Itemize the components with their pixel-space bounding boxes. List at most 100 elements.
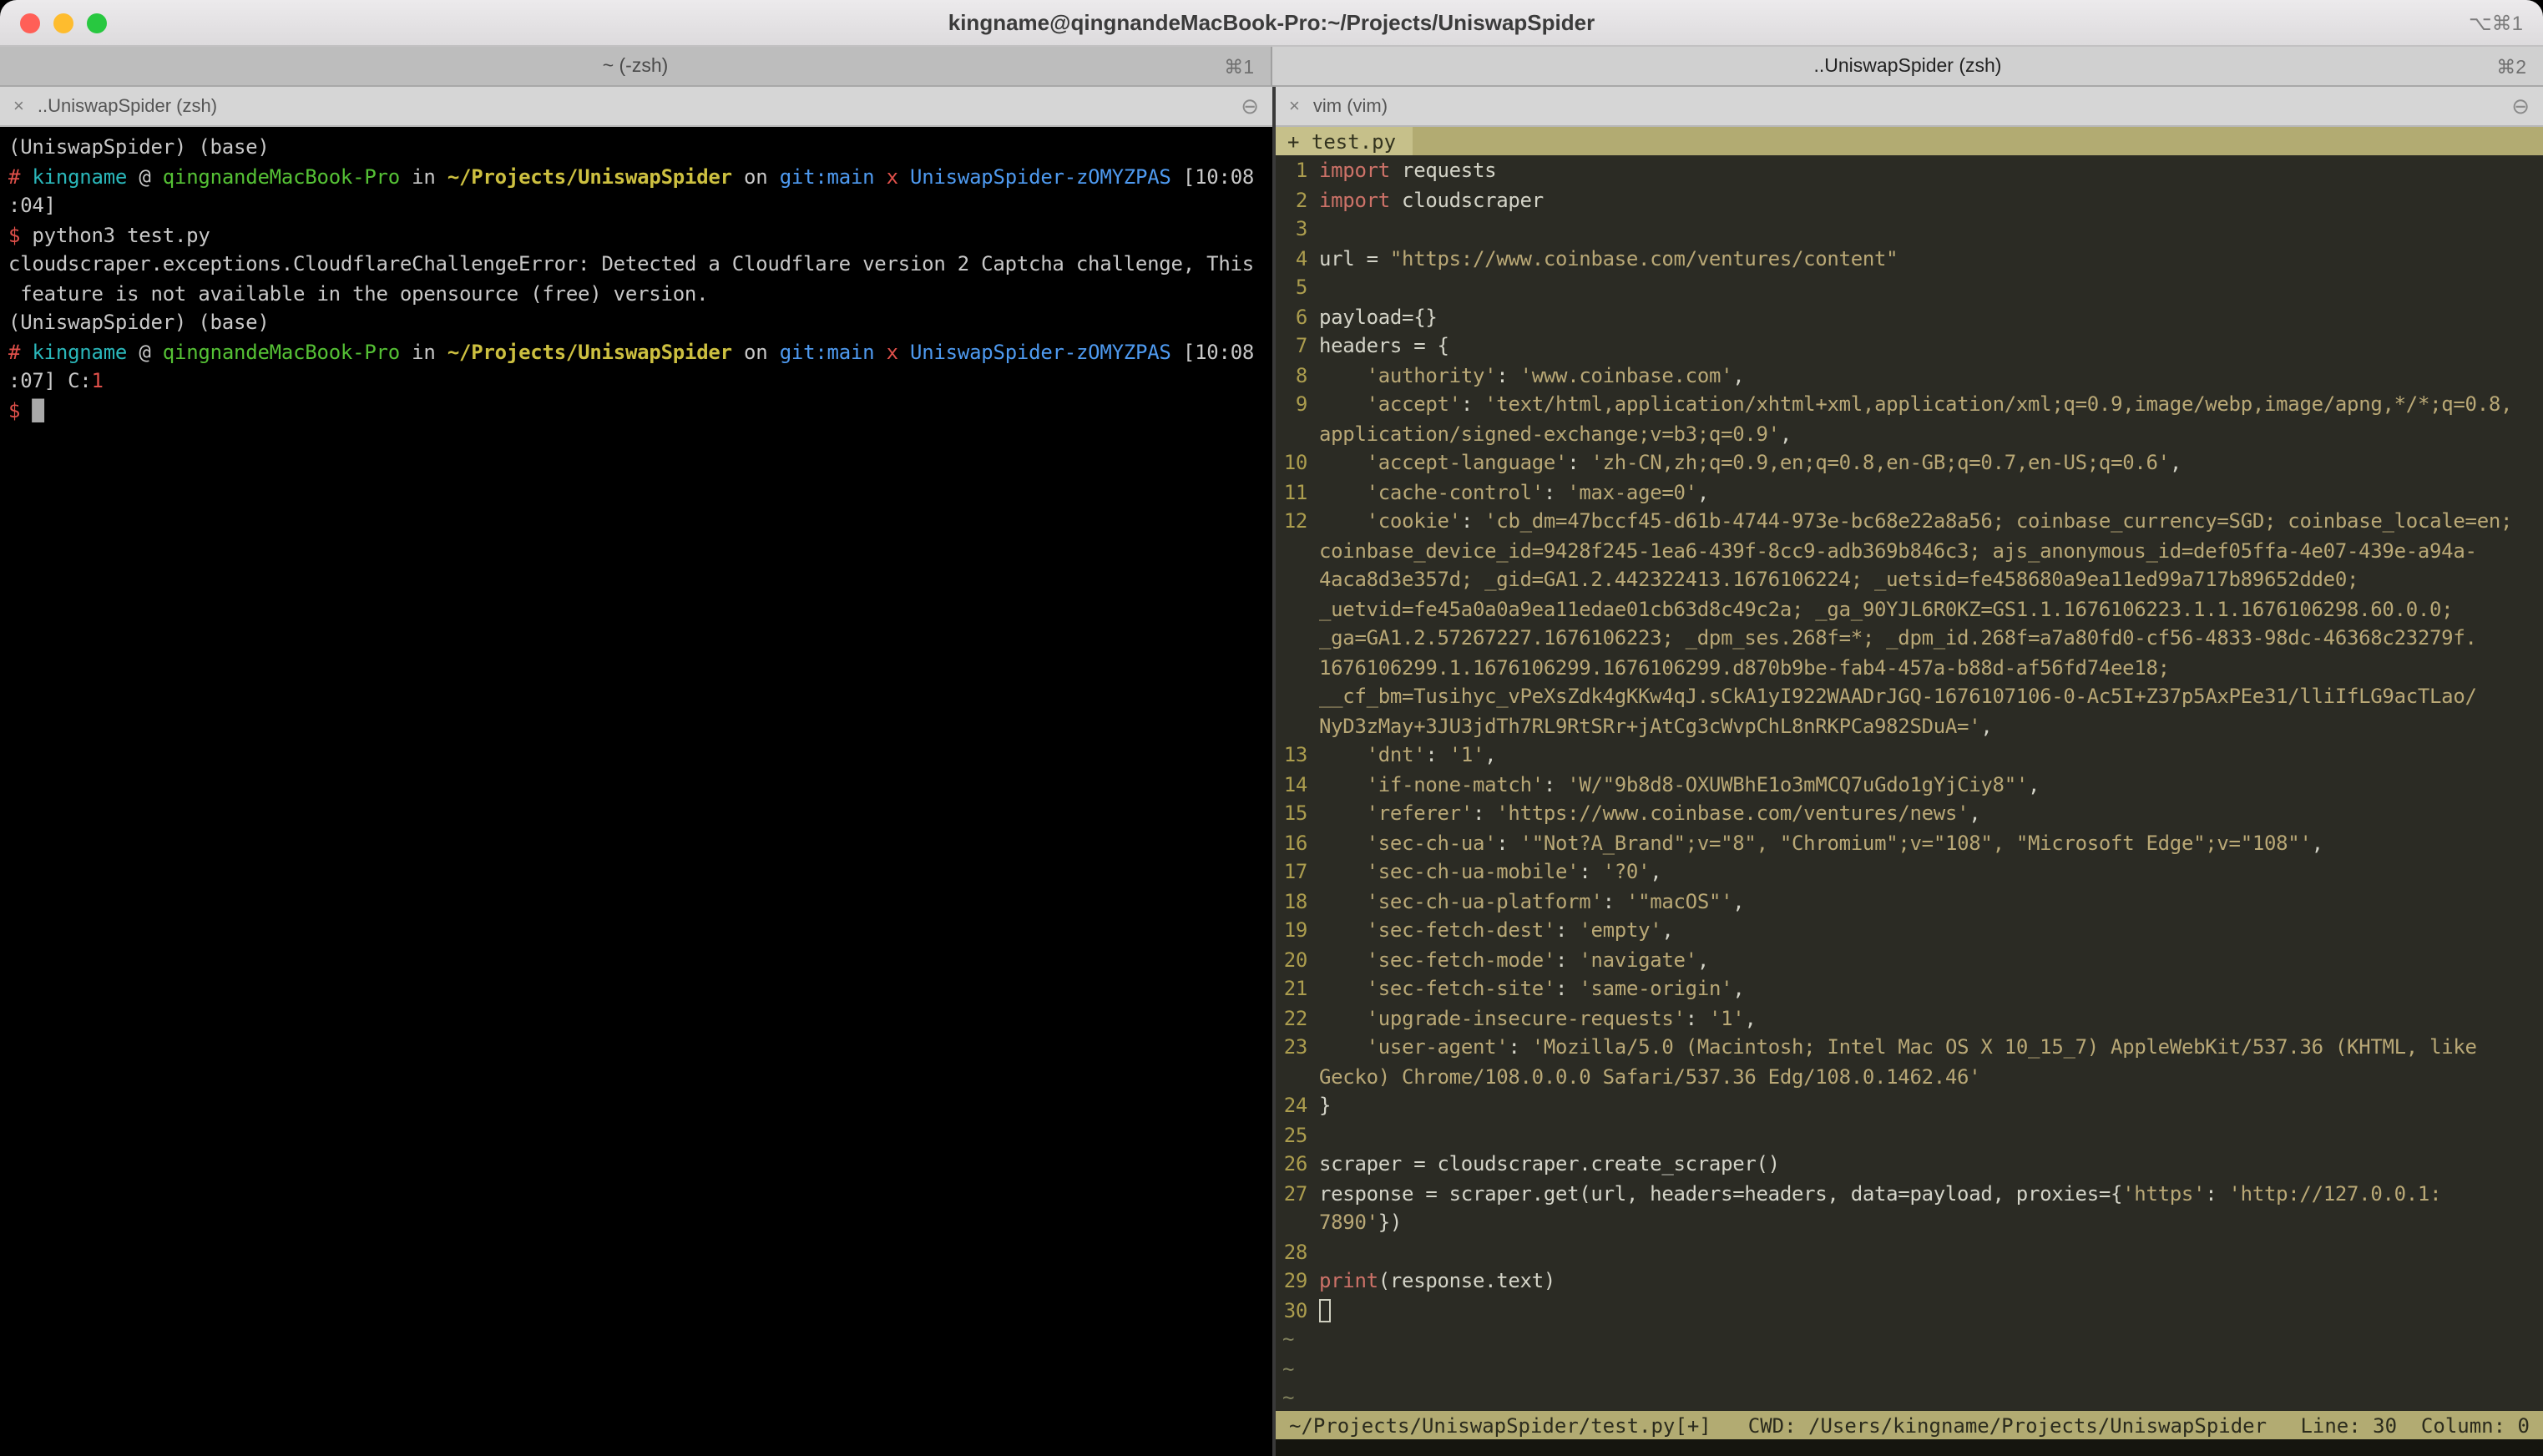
line-number bbox=[1276, 537, 1319, 566]
line-number: 9 bbox=[1295, 392, 1307, 416]
vim-tabline: + test.py bbox=[1276, 127, 2543, 155]
vim-line: Gecko) Chrome/108.0.0.0 Safari/537.36 Ed… bbox=[1276, 1063, 2543, 1092]
vim-line: 10 'accept-language': 'zh-CN,zh;q=0.9,en… bbox=[1276, 449, 2543, 478]
vim-line: NyD3zMay+3JU3jdTh7RL9RtSRr+jAtCg3cWvpChL… bbox=[1276, 712, 2543, 741]
terminal-line: :07] C:1 bbox=[8, 369, 104, 392]
vim-line: 21 'sec-fetch-site': 'same-origin', bbox=[1276, 975, 2543, 1004]
line-number bbox=[1276, 624, 1319, 654]
line-number: 26 bbox=[1283, 1152, 1308, 1175]
line-number: 29 bbox=[1283, 1269, 1308, 1292]
right-pane-title: vim (vim) bbox=[1312, 96, 1388, 116]
line-number: 28 bbox=[1283, 1240, 1308, 1263]
line-number bbox=[1276, 1063, 1319, 1092]
vim-line: _uetvid=fe45a0a0a9ea11edae01cb63d8c49c2a… bbox=[1276, 595, 2543, 624]
line-number: 17 bbox=[1283, 860, 1308, 883]
line-number: 12 bbox=[1283, 509, 1308, 533]
close-window-button[interactable] bbox=[20, 13, 40, 33]
vim-line: 5 bbox=[1276, 274, 2543, 303]
terminal-output[interactable]: (UniswapSpider) (base) # kingname @ qingn… bbox=[0, 127, 1272, 1456]
vim-line: 9 'accept': 'text/html,application/xhtml… bbox=[1276, 391, 2543, 420]
vim-buffer[interactable]: 1 import requests 2 import cloudscraper 3 4 ur… bbox=[1276, 155, 2543, 1411]
left-pane: × ..UniswapSpider (zsh) ⊖ (UniswapSpider… bbox=[0, 87, 1272, 1456]
close-pane-icon[interactable]: × bbox=[1289, 96, 1300, 116]
vim-line: 13 'dnt': '1', bbox=[1276, 741, 2543, 771]
vim-line: 16 'sec-ch-ua': '"Not?A_Brand";v="8", "C… bbox=[1276, 829, 2543, 858]
split-panes: × ..UniswapSpider (zsh) ⊖ (UniswapSpider… bbox=[0, 87, 2543, 1456]
tab-uniswapspider-label: ..UniswapSpider (zsh) bbox=[1813, 56, 2002, 76]
line-number: 20 bbox=[1283, 948, 1308, 971]
vim-line: application/signed-exchange;v=b3;q=0.9', bbox=[1276, 420, 2543, 449]
vim-line: 27 response = scraper.get(url, headers=he… bbox=[1276, 1180, 2543, 1209]
terminal-window: kingname@qingnandeMacBook-Pro:~/Projects… bbox=[0, 0, 2543, 1456]
vim-line: 20 'sec-fetch-mode': 'navigate', bbox=[1276, 946, 2543, 975]
line-number: 1 bbox=[1295, 159, 1307, 182]
close-pane-icon[interactable]: × bbox=[13, 96, 24, 116]
line-number bbox=[1276, 595, 1319, 624]
vim-line: 19 'sec-fetch-dest': 'empty', bbox=[1276, 917, 2543, 946]
vim-command-line[interactable] bbox=[1276, 1439, 2543, 1456]
titlebar[interactable]: kingname@qingnandeMacBook-Pro:~/Projects… bbox=[0, 0, 2543, 47]
vim-line: 1676106299.1.1676106299.1676106299.d870b… bbox=[1276, 654, 2543, 683]
line-number: 13 bbox=[1283, 743, 1308, 766]
line-number: 7 bbox=[1295, 334, 1307, 357]
line-number: 21 bbox=[1283, 977, 1308, 1000]
vim-line: 17 'sec-ch-ua-mobile': '?0', bbox=[1276, 858, 2543, 887]
vim-filler-line: ~ bbox=[1282, 1386, 1295, 1409]
line-number: 15 bbox=[1283, 801, 1308, 825]
vim-line: 18 'sec-ch-ua-platform': '"macOS"', bbox=[1276, 887, 2543, 917]
line-number: 24 bbox=[1283, 1094, 1308, 1117]
vim-statusbar: ~/Projects/UniswapSpider/test.py[+] CWD:… bbox=[1276, 1411, 2543, 1439]
vim-editor: + test.py 1 import requests 2 import clouds… bbox=[1276, 127, 2543, 1456]
vim-line: 14 'if-none-match': 'W/"9b8d8-OXUWBhE1o3… bbox=[1276, 771, 2543, 800]
traffic-lights bbox=[20, 13, 107, 33]
right-pane-header[interactable]: × vim (vim) ⊖ bbox=[1276, 87, 2543, 127]
line-number: 23 bbox=[1283, 1035, 1308, 1059]
tab-zsh-shortcut: ⌘1 bbox=[1224, 58, 1254, 78]
zoom-window-button[interactable] bbox=[87, 13, 107, 33]
line-number bbox=[1276, 654, 1319, 683]
terminal-line: # kingname @ qingnandeMacBook-Pro in ~/P… bbox=[8, 340, 1255, 363]
line-number bbox=[1276, 712, 1319, 741]
vim-line: 22 'upgrade-insecure-requests': '1', bbox=[1276, 1004, 2543, 1034]
window-shortcut-label: ⌥⌘1 bbox=[2468, 11, 2523, 34]
line-number: 4 bbox=[1295, 246, 1307, 270]
pane-menu-icon[interactable]: ⊖ bbox=[2511, 95, 2530, 117]
minimize-window-button[interactable] bbox=[53, 13, 73, 33]
vim-line: 6 payload={} bbox=[1276, 303, 2543, 332]
window-title: kingname@qingnandeMacBook-Pro:~/Projects… bbox=[948, 10, 1595, 35]
vim-status-cwd: CWD: /Users/kingname/Projects/UniswapSpi… bbox=[1747, 1413, 2267, 1437]
vim-line: 7 headers = { bbox=[1276, 332, 2543, 361]
line-number: 2 bbox=[1295, 188, 1307, 211]
terminal-line: $ python3 test.py bbox=[8, 223, 210, 246]
line-number: 8 bbox=[1295, 363, 1307, 387]
line-number: 14 bbox=[1283, 772, 1308, 796]
tab-uniswapspider[interactable]: ..UniswapSpider (zsh) ⌘2 bbox=[1272, 47, 2543, 87]
line-number bbox=[1276, 683, 1319, 712]
vim-line: 7890'}) bbox=[1276, 1209, 2543, 1238]
vim-filler-line: ~ bbox=[1282, 1357, 1295, 1380]
line-number: 11 bbox=[1283, 480, 1308, 503]
tab-zsh-label: ~ (-zsh) bbox=[602, 56, 669, 76]
vim-line: 26 scraper = cloudscraper.create_scraper(… bbox=[1276, 1150, 2543, 1180]
terminal-line: $ █ bbox=[8, 398, 44, 422]
vim-status-file: ~/Projects/UniswapSpider/test.py[+] bbox=[1289, 1413, 1711, 1437]
tab-uniswapspider-shortcut: ⌘2 bbox=[2496, 58, 2526, 78]
left-pane-title: ..UniswapSpider (zsh) bbox=[37, 96, 218, 116]
vim-line: 1 import requests bbox=[1276, 157, 2543, 186]
tab-zsh[interactable]: ~ (-zsh) ⌘1 bbox=[0, 47, 1272, 87]
line-number: 16 bbox=[1283, 831, 1308, 854]
line-number: 30 bbox=[1283, 1298, 1308, 1322]
line-number: 5 bbox=[1295, 276, 1307, 299]
vim-tab-testpy[interactable]: + test.py bbox=[1276, 127, 1413, 155]
left-pane-header[interactable]: × ..UniswapSpider (zsh) ⊖ bbox=[0, 87, 1272, 127]
line-number bbox=[1276, 566, 1319, 595]
terminal-line: :04] bbox=[8, 194, 56, 217]
vim-line: __cf_bm=Tusihyc_vPeXsZdk4gKKw4qJ.sCkA1yI… bbox=[1276, 683, 2543, 712]
pane-menu-icon[interactable]: ⊖ bbox=[1241, 95, 1259, 117]
vim-line: 24} bbox=[1276, 1092, 2543, 1121]
line-number: 22 bbox=[1283, 1006, 1308, 1029]
line-number: 19 bbox=[1283, 918, 1308, 942]
terminal-line: (UniswapSpider) (base) bbox=[8, 135, 270, 159]
tab-bar: ~ (-zsh) ⌘1 ..UniswapSpider (zsh) ⌘2 bbox=[0, 47, 2543, 87]
vim-line: 25 bbox=[1276, 1121, 2543, 1150]
